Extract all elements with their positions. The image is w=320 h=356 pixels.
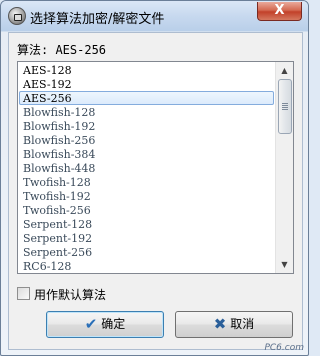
- scroll-thumb[interactable]: [278, 79, 292, 134]
- algorithm-list-items: AES-128 AES-192 AES-256 Blowfish-128 Blowfis…: [19, 63, 274, 272]
- dialog-window: 选择算法加密/解密文件 X 算法: AES-256 AES-128 AES-192…: [0, 0, 309, 356]
- window-title: 选择算法加密/解密文件: [30, 12, 165, 27]
- list-item[interactable]: Twofish-256: [19, 203, 274, 217]
- list-item[interactable]: Twofish-128: [19, 175, 274, 189]
- list-item[interactable]: AES-256: [19, 91, 274, 105]
- default-algorithm-label: 用作默认算法: [34, 288, 107, 302]
- list-item[interactable]: Serpent-256: [19, 245, 274, 259]
- list-item[interactable]: Blowfish-448: [19, 161, 274, 175]
- list-item[interactable]: Serpent-128: [19, 217, 274, 231]
- algorithm-label: 算法: AES-256: [17, 43, 107, 57]
- list-item[interactable]: AES-192: [19, 77, 274, 91]
- list-item[interactable]: RC6-128: [19, 259, 274, 272]
- lock-icon: [8, 7, 26, 25]
- ok-button[interactable]: ✔ 确定: [46, 311, 164, 338]
- algorithm-list[interactable]: AES-128 AES-192 AES-256 Blowfish-128 Blowfis…: [17, 61, 294, 274]
- list-item[interactable]: AES-128: [19, 63, 274, 77]
- dialog-body: 算法: AES-256 AES-128 AES-192 AES-256 Blowfis…: [8, 32, 303, 350]
- list-item[interactable]: Blowfish-256: [19, 133, 274, 147]
- scroll-up-arrow-icon[interactable]: ▲: [276, 62, 293, 79]
- list-item[interactable]: Blowfish-192: [19, 119, 274, 133]
- list-item[interactable]: Blowfish-128: [19, 105, 274, 119]
- vertical-scrollbar[interactable]: ▲ ▼: [275, 62, 293, 273]
- watermark: PC6.com: [264, 343, 304, 353]
- scroll-down-arrow-icon[interactable]: ▼: [276, 256, 293, 273]
- close-button[interactable]: X: [257, 2, 302, 21]
- default-algorithm-checkbox[interactable]: [17, 287, 30, 300]
- list-item[interactable]: Blowfish-384: [19, 147, 274, 161]
- cancel-button[interactable]: ✖ 取消: [175, 311, 293, 338]
- cancel-button-label: 取消: [230, 317, 255, 331]
- x-mark-icon: ✖: [213, 315, 227, 333]
- ok-button-label: 确定: [101, 317, 126, 331]
- list-item[interactable]: Serpent-192: [19, 231, 274, 245]
- checkmark-icon: ✔: [84, 315, 98, 333]
- title-bar[interactable]: 选择算法加密/解密文件 X: [1, 1, 308, 31]
- list-item[interactable]: Twofish-192: [19, 189, 274, 203]
